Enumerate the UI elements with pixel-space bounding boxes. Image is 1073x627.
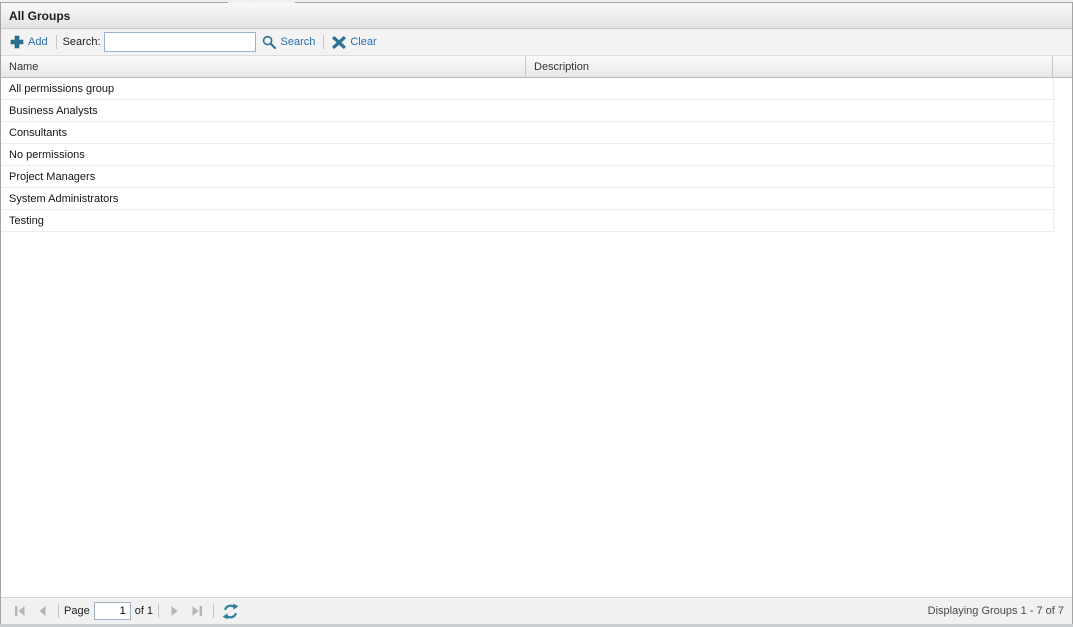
plus-icon [10, 35, 24, 49]
table-row[interactable]: No permissions [1, 144, 1053, 166]
table-row[interactable]: Testing [1, 210, 1053, 232]
next-page-icon [167, 603, 183, 619]
pager-divider [58, 604, 59, 618]
page-label: Page [64, 605, 90, 617]
cell-name: Consultants [9, 126, 68, 139]
table-row[interactable]: Consultants [1, 122, 1053, 144]
x-icon [332, 35, 347, 49]
search-label: Search: [62, 36, 101, 48]
toolbar-divider [55, 35, 57, 49]
panel-titlebar: All Groups [1, 3, 1072, 29]
cell-name: System Administrators [9, 192, 119, 205]
grid-body: All permissions group Business Analysts … [1, 78, 1072, 597]
add-button-label: Add [28, 36, 48, 48]
column-header-name[interactable]: Name [1, 56, 526, 77]
prev-page-button[interactable] [32, 601, 52, 621]
table-row[interactable]: Business Analysts [1, 100, 1053, 122]
last-page-icon [189, 603, 205, 619]
pager-divider [158, 604, 160, 618]
cell-name: Project Managers [9, 170, 96, 183]
clear-button-label: Clear [350, 36, 377, 48]
page-title: All Groups [9, 8, 71, 23]
cell-name: All permissions group [9, 82, 115, 95]
last-page-button[interactable] [187, 601, 207, 621]
refresh-icon [222, 603, 239, 620]
add-button[interactable]: Add [8, 34, 50, 50]
paging-toolbar: Page of 1 [1, 597, 1072, 624]
cell-name: No permissions [9, 148, 85, 161]
grid-header: Name Description [1, 56, 1072, 78]
column-header-description-label: Description [534, 60, 590, 73]
prev-page-icon [34, 603, 50, 619]
cell-name: Business Analysts [9, 104, 98, 117]
refresh-button[interactable] [220, 601, 240, 621]
magnifier-icon [262, 35, 277, 50]
search-button[interactable]: Search [260, 34, 318, 51]
column-header-description[interactable]: Description [526, 56, 1053, 77]
toolbar-divider [323, 35, 325, 49]
first-page-button[interactable] [10, 601, 30, 621]
clear-button[interactable]: Clear [330, 35, 378, 50]
next-page-button[interactable] [165, 601, 185, 621]
all-groups-panel: All Groups Add Search: Search Clear Name… [0, 2, 1073, 625]
table-row[interactable]: Project Managers [1, 166, 1053, 188]
table-row[interactable]: System Administrators [1, 188, 1053, 210]
grid-rows: All permissions group Business Analysts … [1, 78, 1054, 232]
column-header-name-label: Name [9, 60, 39, 73]
top-toolbar: Add Search: Search Clear [1, 29, 1072, 56]
first-page-icon [12, 603, 28, 619]
pager-divider [213, 604, 215, 618]
column-header-filler [1053, 56, 1072, 77]
search-input[interactable] [103, 32, 256, 52]
page-number-input[interactable] [93, 602, 131, 620]
table-row[interactable]: All permissions group [1, 78, 1053, 100]
top-edge-notch [228, 2, 295, 3]
paging-status: Displaying Groups 1 - 7 of 7 [927, 605, 1064, 617]
search-button-label: Search [280, 36, 316, 48]
cell-name: Testing [9, 214, 44, 227]
page-count-label: of 1 [134, 605, 154, 617]
